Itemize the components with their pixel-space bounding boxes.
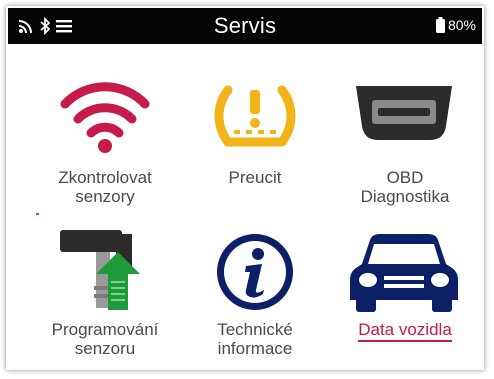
tile-label: Data vozidla <box>330 320 480 342</box>
tile-label: OBD Diagnostika <box>360 168 450 206</box>
wifi-sensor-icon <box>60 82 150 153</box>
battery-icon <box>435 17 445 33</box>
tile-vehicle-data[interactable]: Data vozidla <box>330 226 480 366</box>
info-icon <box>217 234 293 310</box>
tile-label: Technické informace <box>217 320 293 358</box>
tile-technical-info[interactable]: Technické informace <box>180 226 330 366</box>
screen-title: Servis <box>213 13 277 38</box>
tile-check-sensors[interactable]: Zkontrolovat senzory <box>30 82 180 212</box>
tile-label: Preucit <box>228 168 282 187</box>
car-icon <box>350 234 458 312</box>
sensor-program-icon <box>60 230 140 310</box>
decorative-dot <box>36 213 39 215</box>
battery-text: 80% <box>447 17 476 33</box>
tile-label: Programování senzoru <box>51 320 159 358</box>
battery-indicator: 80% <box>435 17 476 33</box>
obd-connector-icon <box>356 86 452 140</box>
tile-relearn[interactable]: Preucit <box>180 82 330 212</box>
tile-program-sensor[interactable]: Programování senzoru <box>30 226 180 366</box>
status-bar: Servis 80% <box>8 8 482 44</box>
tire-pressure-warning-icon <box>214 85 296 147</box>
tile-obd-diagnostics[interactable]: OBD Diagnostika <box>330 82 480 212</box>
tile-label: Zkontrolovat senzory <box>58 168 152 206</box>
